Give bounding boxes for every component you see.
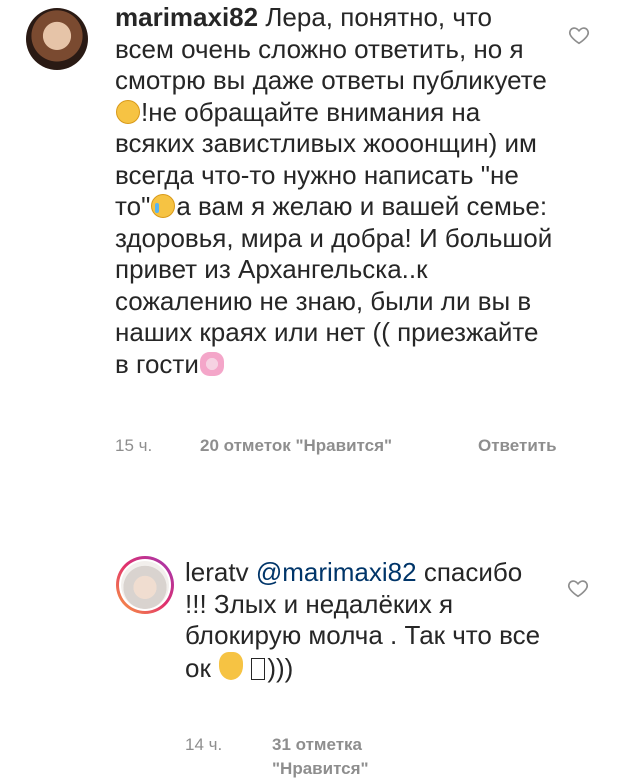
comment-username[interactable]: marimaxi82 <box>115 2 258 32</box>
mention-link[interactable]: @marimaxi82 <box>256 557 417 587</box>
heart-outline-icon[interactable] <box>568 24 590 46</box>
comment-body: ))) <box>267 652 294 683</box>
missing-glyph-icon <box>251 657 266 680</box>
kissing-face-emoji-icon <box>116 99 140 124</box>
comment-text: marimaxi82 Лера, понятно, что всем очень… <box>115 2 555 380</box>
avatar-image <box>121 561 169 609</box>
comment-time: 15 ч. <box>115 436 153 455</box>
likes-count-button[interactable]: 20 отметок "Нравится" <box>200 434 392 458</box>
avatar[interactable] <box>26 8 88 70</box>
avatar[interactable] <box>116 556 174 614</box>
comment-time: 14 ч. <box>185 735 223 754</box>
reply-button[interactable]: Ответить <box>478 434 557 458</box>
comment-text: leratv @marimaxi82 спасибо !!! Злых и не… <box>185 557 545 684</box>
ok-hand-emoji-icon <box>219 651 244 680</box>
comment-body: а вам я желаю и вашей семье: здоровья, м… <box>115 191 553 379</box>
cherry-blossom-emoji-icon <box>199 351 224 376</box>
avatar-ring <box>119 559 171 611</box>
heart-outline-icon[interactable] <box>567 577 589 599</box>
likes-count-button[interactable]: 31 отметка "Нравится" <box>272 733 422 781</box>
crying-laughing-emoji-icon <box>151 194 176 218</box>
comment-username[interactable]: leratv <box>185 557 249 587</box>
